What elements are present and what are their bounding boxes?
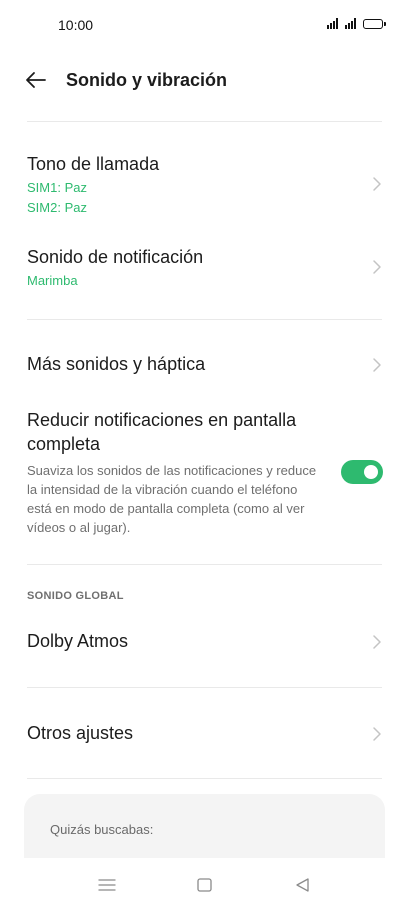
status-icons: [327, 18, 386, 29]
signal-sim1-icon: [327, 18, 338, 29]
app-bar: Sonido y vibración: [0, 60, 409, 102]
chevron-right-icon: [369, 726, 385, 742]
divider: [27, 319, 382, 320]
arrow-left-icon[interactable]: [24, 68, 48, 92]
home-icon[interactable]: [194, 874, 216, 896]
status-time: 10:00: [58, 17, 94, 33]
status-bar: 10:00: [0, 0, 409, 50]
more-sounds-title: Más sonidos y háptica: [27, 354, 206, 374]
notification-sound-title: Sonido de notificación: [27, 247, 204, 267]
more-sounds-item[interactable]: Más sonidos y háptica: [0, 345, 409, 385]
battery-icon: [363, 19, 386, 29]
chevron-right-icon: [369, 357, 385, 373]
ringtone-sim2-value: SIM2: Paz: [27, 200, 87, 215]
ringtone-item[interactable]: Tono de llamada SIM1: Paz SIM2: Paz: [0, 150, 409, 220]
reduce-notifications-item: Reducir notificaciones en pantalla compl…: [0, 402, 409, 552]
other-settings-title: Otros ajustes: [27, 723, 134, 743]
divider: [27, 564, 382, 565]
dolby-atmos-item[interactable]: Dolby Atmos: [0, 622, 409, 662]
divider: [27, 121, 382, 122]
notification-sound-item[interactable]: Sonido de notificación Marimba: [0, 243, 409, 293]
notification-sound-value: Marimba: [27, 273, 78, 288]
signal-sim2-icon: [345, 18, 356, 29]
other-settings-item[interactable]: Otros ajustes: [0, 714, 409, 754]
section-header-global-sound: SONIDO GLOBAL: [27, 590, 124, 602]
divider: [27, 778, 382, 779]
reduce-notifications-toggle[interactable]: [341, 460, 383, 484]
chevron-right-icon: [369, 176, 385, 192]
back-triangle-icon[interactable]: [292, 874, 314, 896]
ringtone-title: Tono de llamada: [27, 154, 160, 174]
dolby-atmos-title: Dolby Atmos: [27, 631, 129, 651]
navigation-bar: [0, 858, 409, 910]
suggestions-title: Quizás buscabas:: [50, 822, 154, 837]
reduce-notifications-description: Suaviza los sonidos de las notificacione…: [27, 463, 317, 535]
chevron-right-icon: [369, 634, 385, 650]
page-title: Sonido y vibración: [66, 70, 228, 90]
divider: [27, 687, 382, 688]
chevron-right-icon: [369, 259, 385, 275]
ringtone-sim1-value: SIM1: Paz: [27, 180, 87, 195]
toggle-knob: [364, 465, 378, 479]
reduce-notifications-title: Reducir notificaciones en pantalla compl…: [27, 410, 297, 454]
menu-icon[interactable]: [96, 874, 118, 896]
